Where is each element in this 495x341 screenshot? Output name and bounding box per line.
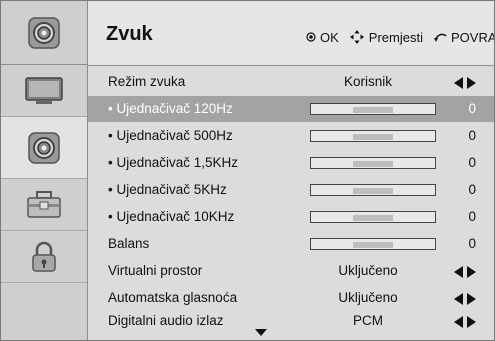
row-label: • Ujednačivač 1,5KHz: [108, 155, 239, 170]
lock-icon: [32, 241, 56, 272]
speaker-icon: [28, 131, 60, 164]
sidebar-item-sound[interactable]: [1, 117, 87, 179]
equalizer-slider[interactable]: [310, 103, 436, 115]
settings-list: Režim zvuka Korisnik • Ujednačivač 120Hz…: [88, 66, 494, 340]
return-icon: [433, 33, 447, 42]
row-equalizer-120hz[interactable]: • Ujednačivač 120Hz 0: [88, 96, 494, 122]
slider-center-mark: [353, 107, 393, 113]
sidebar: [1, 1, 88, 340]
left-right-arrows-icon[interactable]: [454, 77, 476, 89]
slider-center-mark: [353, 161, 393, 167]
row-value: 0: [468, 155, 476, 170]
row-equalizer-5khz[interactable]: • Ujednačivač 5KHz 0: [88, 177, 494, 203]
menu-header: Zvuk OK Premjesti POVRAT: [88, 1, 494, 66]
row-label: Virtualni prostor: [108, 263, 203, 278]
row-value: 0: [468, 182, 476, 197]
equalizer-slider[interactable]: [310, 184, 436, 196]
key-hints: OK Premjesti POVRAT: [306, 29, 495, 45]
row-balance[interactable]: Balans 0: [88, 231, 494, 257]
hint-return-label: POVRAT: [450, 29, 495, 45]
slider-center-mark: [353, 215, 393, 221]
row-label: Digitalni audio izlaz: [108, 313, 224, 328]
hint-move-label: Premjesti: [368, 29, 423, 45]
row-digital-audio-out[interactable]: Digitalni audio izlaz PCM: [88, 308, 494, 334]
sidebar-item-setup[interactable]: [1, 179, 87, 231]
left-right-arrows-icon[interactable]: [454, 266, 476, 278]
row-label: Režim zvuka: [108, 74, 186, 89]
sidebar-item-sound-header: [1, 1, 87, 65]
row-equalizer-1-5khz[interactable]: • Ujednačivač 1,5KHz 0: [88, 150, 494, 176]
row-value: 0: [468, 128, 476, 143]
row-label: • Ujednačivač 500Hz: [108, 128, 233, 143]
row-label: Automatska glasnoća: [108, 290, 238, 305]
slider-center-mark: [353, 242, 393, 248]
balance-slider[interactable]: [310, 238, 436, 250]
navigation-arrows-icon: [349, 30, 364, 44]
speaker-icon: [28, 16, 60, 49]
row-value: Uključeno: [338, 263, 398, 278]
left-right-arrows-icon[interactable]: [454, 293, 476, 305]
ok-circle-icon: [306, 32, 316, 42]
toolbox-icon: [27, 190, 61, 218]
row-value: 0: [468, 101, 476, 116]
monitor-icon: [25, 76, 63, 104]
tv-settings-window: Zvuk OK Premjesti POVRAT: [0, 0, 495, 341]
hint-ok-label: OK: [320, 29, 339, 45]
row-equalizer-10khz[interactable]: • Ujednačivač 10KHz 0: [88, 204, 494, 230]
row-value: Uključeno: [338, 290, 398, 305]
row-virtual-surround[interactable]: Virtualni prostor Uključeno: [88, 258, 494, 284]
equalizer-slider[interactable]: [310, 130, 436, 142]
row-sound-mode[interactable]: Režim zvuka Korisnik: [88, 69, 494, 95]
slider-center-mark: [353, 134, 393, 140]
row-label: • Ujednačivač 5KHz: [108, 182, 227, 197]
row-value: 0: [468, 236, 476, 251]
page-title: Zvuk: [106, 23, 153, 45]
row-label: Balans: [108, 236, 150, 251]
row-value: PCM: [353, 313, 383, 328]
sidebar-item-lock[interactable]: [1, 231, 87, 283]
scroll-down-arrow-icon[interactable]: [255, 329, 267, 336]
sidebar-item-picture[interactable]: [1, 65, 87, 117]
equalizer-slider[interactable]: [310, 211, 436, 223]
slider-center-mark: [353, 188, 393, 194]
equalizer-slider[interactable]: [310, 157, 436, 169]
row-value: 0: [468, 209, 476, 224]
row-label: • Ujednačivač 10KHz: [108, 209, 235, 224]
row-value: Korisnik: [343, 74, 392, 89]
row-label: • Ujednačivač 120Hz: [108, 101, 233, 116]
sidebar-item-empty: [1, 283, 87, 340]
row-equalizer-500hz[interactable]: • Ujednačivač 500Hz 0: [88, 123, 494, 149]
left-right-arrows-icon[interactable]: [454, 316, 476, 328]
